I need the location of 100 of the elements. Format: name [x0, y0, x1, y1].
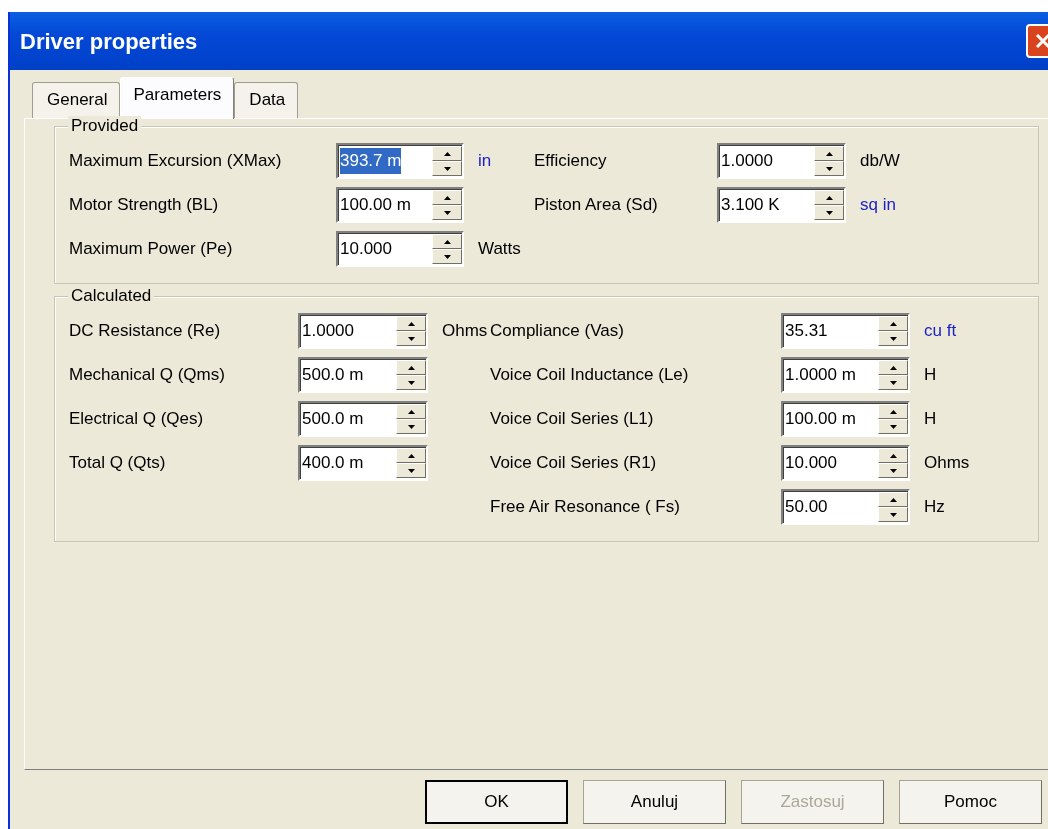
field-label: Voice Coil Inductance (Le): [490, 364, 690, 387]
spin-field[interactable]: 500.0 m: [298, 401, 428, 437]
spin-field[interactable]: 1.0000: [717, 143, 846, 179]
unit-label: Ohms: [923, 452, 970, 475]
spin-up-button[interactable]: [396, 404, 426, 419]
down-arrow-icon: [889, 512, 897, 517]
unit-label: Watts: [477, 238, 521, 261]
up-arrow-icon: [407, 321, 415, 326]
up-arrow-icon: [825, 195, 833, 200]
tab[interactable]: Parameters: [120, 76, 235, 119]
down-arrow-icon: [889, 424, 897, 429]
spin-field[interactable]: 100.00 m: [781, 401, 910, 437]
down-arrow-icon: [825, 210, 833, 215]
spin-down-button[interactable]: [396, 331, 426, 346]
unit-link[interactable]: sq in: [846, 192, 896, 218]
spin-down-button[interactable]: [814, 161, 844, 176]
field-label: Mechanical Q (Qms): [69, 364, 226, 387]
down-arrow-icon: [407, 380, 415, 385]
unit-label: Hz: [923, 496, 945, 519]
up-arrow-icon: [889, 453, 897, 458]
up-arrow-icon: [889, 497, 897, 502]
up-arrow-icon: [889, 321, 897, 326]
field-label: Efficiency: [534, 150, 608, 173]
down-arrow-icon: [443, 254, 451, 259]
dialog-button[interactable]: OK: [425, 780, 568, 824]
spin-field[interactable]: 35.31: [781, 313, 910, 349]
spin-up-button[interactable]: [878, 316, 908, 331]
unit-link[interactable]: in: [464, 148, 492, 174]
spin-field[interactable]: 1.0000 m: [781, 357, 910, 393]
spin-up-button[interactable]: [878, 448, 908, 463]
field-label: Voice Coil Series (R1): [490, 452, 658, 475]
unit-link[interactable]: cu ft: [910, 318, 957, 344]
up-arrow-icon: [443, 151, 451, 156]
spin-up-button[interactable]: [814, 190, 844, 205]
spin-field[interactable]: 10.000: [781, 445, 910, 481]
dialog-button[interactable]: Anuluj: [583, 780, 726, 824]
up-arrow-icon: [825, 151, 833, 156]
spin-down-button[interactable]: [396, 463, 426, 478]
unit-label: Ohms: [441, 320, 488, 343]
spin-down-button[interactable]: [396, 375, 426, 390]
down-arrow-icon: [407, 424, 415, 429]
down-arrow-icon: [443, 166, 451, 171]
spin-down-button[interactable]: [878, 375, 908, 390]
spin-field[interactable]: 10.000: [336, 231, 464, 267]
field-label: Maximum Excursion (XMax): [69, 150, 283, 173]
spin-field[interactable]: 1.0000: [298, 313, 428, 349]
spin-up-button[interactable]: [396, 316, 426, 331]
down-arrow-icon: [825, 166, 833, 171]
field-label: Voice Coil Series (L1): [490, 408, 655, 431]
up-arrow-icon: [407, 365, 415, 370]
tab[interactable]: General: [32, 81, 121, 118]
spin-down-button[interactable]: [878, 331, 908, 346]
spin-up-button[interactable]: [432, 146, 462, 161]
spin-field[interactable]: 3.100 K: [717, 187, 846, 223]
up-arrow-icon: [889, 365, 897, 370]
spin-up-button[interactable]: [878, 404, 908, 419]
spin-up-button[interactable]: [814, 146, 844, 161]
field-label: Electrical Q (Qes): [69, 408, 205, 431]
spin-field[interactable]: 50.00: [781, 489, 910, 525]
unit-label: H: [923, 408, 937, 431]
tab[interactable]: Data: [234, 81, 299, 118]
spin-up-button[interactable]: [432, 190, 462, 205]
spin-down-button[interactable]: [814, 205, 844, 220]
down-arrow-icon: [443, 210, 451, 215]
spin-down-button[interactable]: [878, 419, 908, 434]
down-arrow-icon: [889, 336, 897, 341]
dialog-button[interactable]: Pomoc: [899, 780, 1042, 824]
unit-label: H: [923, 364, 937, 387]
spin-up-button[interactable]: [878, 360, 908, 375]
up-arrow-icon: [889, 409, 897, 414]
spin-down-button[interactable]: [432, 205, 462, 220]
spin-up-button[interactable]: [878, 492, 908, 507]
spin-up-button[interactable]: [432, 234, 462, 249]
field-label: Compliance (Vas): [490, 320, 625, 343]
spin-down-button[interactable]: [878, 463, 908, 478]
spin-down-button[interactable]: [396, 419, 426, 434]
field-label: Piston Area (Sd): [534, 194, 659, 217]
field-label: DC Resistance (Re): [69, 320, 222, 343]
down-arrow-icon: [889, 468, 897, 473]
up-arrow-icon: [407, 453, 415, 458]
spin-up-button[interactable]: [396, 360, 426, 375]
unit-label: db/W: [859, 150, 900, 173]
close-icon: [1034, 32, 1048, 50]
spin-field[interactable]: 500.0 m: [298, 357, 428, 393]
field-label: Motor Strength (BL): [69, 194, 220, 217]
spin-up-button[interactable]: [396, 448, 426, 463]
spin-down-button[interactable]: [878, 507, 908, 522]
spin-field[interactable]: 400.0 m: [298, 445, 428, 481]
field-label: Maximum Power (Pe): [69, 238, 234, 261]
up-arrow-icon: [407, 409, 415, 414]
window-title: Driver properties: [20, 27, 198, 56]
spin-down-button[interactable]: [432, 161, 462, 176]
spin-field[interactable]: 393.7 m: [336, 143, 464, 179]
spin-field[interactable]: 100.00 m: [336, 187, 464, 223]
down-arrow-icon: [889, 380, 897, 385]
field-label: Total Q (Qts): [69, 452, 167, 475]
spin-down-button[interactable]: [432, 249, 462, 264]
field-label: Free Air Resonance ( Fs): [490, 496, 681, 519]
down-arrow-icon: [407, 468, 415, 473]
down-arrow-icon: [407, 336, 415, 341]
